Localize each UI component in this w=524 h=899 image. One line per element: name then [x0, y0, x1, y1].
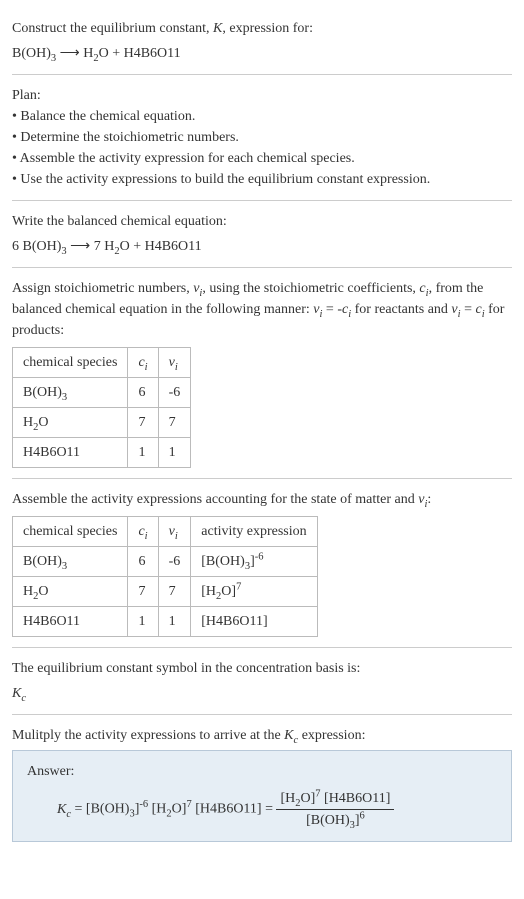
cell-ci: 1 [128, 607, 158, 637]
table-row: H4B6O11 1 1 [H4B6O11] [13, 607, 318, 637]
table-row: B(OH)3 6 -6 [13, 378, 191, 408]
cell-species: H2O [13, 408, 128, 438]
stoich-section: Assign stoichiometric numbers, νi, using… [12, 268, 512, 479]
table-row: B(OH)3 6 -6 [B(OH)3]-6 [13, 547, 318, 577]
balanced-equation: 6 B(OH)3 ⟶ 7 H2O + H4B6O11 [12, 236, 512, 257]
intro-line: Construct the equilibrium constant, K, e… [12, 18, 512, 39]
cell-vi: -6 [158, 547, 191, 577]
cell-ci: 6 [128, 378, 158, 408]
symbol-section: The equilibrium constant symbol in the c… [12, 648, 512, 715]
th-species: chemical species [13, 348, 128, 378]
cell-species: H4B6O11 [13, 607, 128, 637]
symbol-value: Kc [12, 683, 512, 704]
cell-ci: 7 [128, 408, 158, 438]
activity-heading: Assemble the activity expressions accoun… [12, 489, 512, 510]
th-species: chemical species [13, 517, 128, 547]
fraction-denominator: [B(OH)3]6 [276, 810, 394, 831]
cell-activity: [H2O]7 [191, 577, 317, 607]
final-heading: Mulitply the activity expressions to arr… [12, 725, 512, 746]
th-vi: νi [158, 517, 191, 547]
intro-equation: B(OH)3 ⟶ H2O + H4B6O11 [12, 43, 512, 64]
table-row: H2O 7 7 [H2O]7 [13, 577, 318, 607]
balanced-section: Write the balanced chemical equation: 6 … [12, 201, 512, 268]
cell-ci: 1 [128, 438, 158, 468]
th-vi: νi [158, 348, 191, 378]
cell-vi: 1 [158, 438, 191, 468]
cell-ci: 6 [128, 547, 158, 577]
cell-vi: 7 [158, 577, 191, 607]
plan-item: • Determine the stoichiometric numbers. [12, 127, 512, 148]
fraction: [H2O]7 [H4B6O11] [B(OH)3]6 [276, 788, 394, 831]
balanced-heading: Write the balanced chemical equation: [12, 211, 512, 232]
fraction-numerator: [H2O]7 [H4B6O11] [276, 788, 394, 810]
th-ci: ci [128, 348, 158, 378]
cell-vi: 1 [158, 607, 191, 637]
cell-species: B(OH)3 [13, 547, 128, 577]
cell-vi: 7 [158, 408, 191, 438]
intro-section: Construct the equilibrium constant, K, e… [12, 8, 512, 75]
th-activity: activity expression [191, 517, 317, 547]
plan-heading: Plan: [12, 85, 512, 106]
table-row: H4B6O11 1 1 [13, 438, 191, 468]
cell-species: H4B6O11 [13, 438, 128, 468]
table-row: H2O 7 7 [13, 408, 191, 438]
activity-table: chemical species ci νi activity expressi… [12, 516, 318, 637]
cell-species: H2O [13, 577, 128, 607]
table-row: chemical species ci νi activity expressi… [13, 517, 318, 547]
plan-item: • Use the activity expressions to build … [12, 169, 512, 190]
plan-item: • Assemble the activity expression for e… [12, 148, 512, 169]
cell-activity: [H4B6O11] [191, 607, 317, 637]
stoich-table: chemical species ci νi B(OH)3 6 -6 H2O 7… [12, 347, 191, 468]
final-section: Mulitply the activity expressions to arr… [12, 715, 512, 852]
th-ci: ci [128, 517, 158, 547]
table-row: chemical species ci νi [13, 348, 191, 378]
cell-activity: [B(OH)3]-6 [191, 547, 317, 577]
symbol-heading: The equilibrium constant symbol in the c… [12, 658, 512, 679]
answer-box: Answer: Kc = [B(OH)3]-6 [H2O]7 [H4B6O11]… [12, 750, 512, 842]
cell-vi: -6 [158, 378, 191, 408]
plan-section: Plan: • Balance the chemical equation. •… [12, 75, 512, 201]
cell-species: B(OH)3 [13, 378, 128, 408]
stoich-heading: Assign stoichiometric numbers, νi, using… [12, 278, 512, 341]
answer-expression: Kc = [B(OH)3]-6 [H2O]7 [H4B6O11] = [H2O]… [57, 788, 497, 831]
plan-item: • Balance the chemical equation. [12, 106, 512, 127]
answer-label: Answer: [27, 761, 497, 782]
cell-ci: 7 [128, 577, 158, 607]
activity-section: Assemble the activity expressions accoun… [12, 479, 512, 648]
